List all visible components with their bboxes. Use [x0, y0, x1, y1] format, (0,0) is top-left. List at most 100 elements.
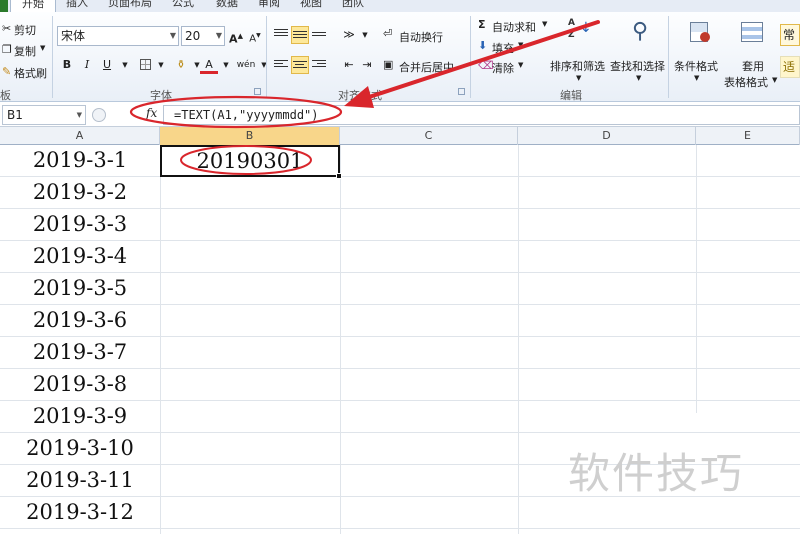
- font-group-label: 字体: [150, 89, 172, 102]
- chevron-down-icon: ▼: [636, 74, 642, 82]
- align-right-icon: [312, 60, 326, 70]
- formula-input[interactable]: =TEXT(A1,"yyyymmdd"): [163, 105, 800, 125]
- shrink-font-button[interactable]: A▼: [246, 27, 264, 45]
- conditional-format-button[interactable]: 条件格式 ▼: [672, 18, 726, 88]
- alignment-dialog-launcher[interactable]: [458, 88, 465, 95]
- sort-filter-label: 排序和筛选: [550, 60, 605, 73]
- grow-font-button[interactable]: A▲: [227, 27, 245, 46]
- table-row: 2019-3-12: [0, 497, 800, 529]
- sigma-icon: Σ: [478, 18, 486, 31]
- align-right-button[interactable]: [310, 56, 328, 74]
- align-center-button[interactable]: [291, 56, 309, 74]
- italic-button[interactable]: I: [78, 56, 96, 74]
- cell-a7[interactable]: 2019-3-7: [0, 337, 160, 368]
- cell-b1[interactable]: 20190301: [160, 145, 342, 179]
- underline-button[interactable]: U: [98, 56, 116, 74]
- phonetic-guide-button[interactable]: wén: [236, 56, 256, 74]
- text-orientation-icon: ≫: [343, 28, 355, 41]
- column-header-d[interactable]: D: [518, 127, 696, 145]
- cell-a6[interactable]: 2019-3-6: [0, 305, 160, 336]
- fill-down-icon: ⬇: [478, 39, 488, 52]
- cell-a11[interactable]: 2019-3-11: [0, 465, 160, 496]
- column-headers: A B C D E: [0, 127, 800, 145]
- font-name-select[interactable]: 宋体 ▼: [57, 26, 179, 46]
- table-format-label-2: 表格格式: [724, 76, 768, 89]
- style-normal-tile[interactable]: 常规: [780, 24, 800, 46]
- group-divider: [52, 16, 53, 98]
- cell-a1[interactable]: 2019-3-1: [0, 145, 160, 176]
- cell-a3[interactable]: 2019-3-3: [0, 209, 160, 240]
- cell-a8[interactable]: 2019-3-8: [0, 369, 160, 400]
- chevron-down-icon: ▼: [169, 31, 176, 40]
- cell-a10[interactable]: 2019-3-10: [0, 433, 160, 464]
- column-divider: [160, 145, 161, 534]
- wrap-text-label: 自动换行: [399, 31, 443, 44]
- decrease-indent-button[interactable]: ⇤: [340, 56, 358, 74]
- chevron-down-icon[interactable]: ▼: [116, 56, 134, 74]
- group-divider: [266, 16, 267, 98]
- font-size-select[interactable]: 20 ▼: [181, 26, 225, 46]
- chevron-down-icon[interactable]: ▼: [255, 56, 273, 74]
- conditional-format-label: 条件格式: [674, 60, 718, 73]
- tab-home[interactable]: 开始: [10, 0, 56, 12]
- align-top-button[interactable]: [272, 26, 290, 44]
- align-middle-button[interactable]: [291, 26, 309, 44]
- format-as-table-button[interactable]: 套用 表格格式 ▼: [724, 18, 778, 89]
- chevron-down-icon[interactable]: ▼: [217, 56, 235, 74]
- sort-filter-button[interactable]: A Z ↓ 排序和筛选 ▼: [550, 18, 608, 88]
- increase-indent-button[interactable]: ⇥: [358, 56, 376, 74]
- fill-handle[interactable]: [336, 173, 342, 179]
- cell-a9[interactable]: 2019-3-9: [0, 401, 160, 432]
- style-good-tile[interactable]: 适: [780, 56, 800, 78]
- chevron-down-icon: ▼: [772, 76, 778, 84]
- column-header-a[interactable]: A: [0, 127, 160, 145]
- table-row: 2019-3-9: [0, 401, 800, 433]
- tab-data[interactable]: 数据: [208, 0, 246, 12]
- table-row: 2019-3-8: [0, 369, 800, 401]
- table-row: 2019-3-6: [0, 305, 800, 337]
- fill-label: 填充: [492, 42, 514, 55]
- indent-decrease-icon: ⇤: [344, 58, 354, 71]
- chevron-down-icon[interactable]: ▼: [152, 56, 170, 74]
- formula-bar-toggle[interactable]: [92, 108, 106, 122]
- column-header-b[interactable]: B: [160, 127, 340, 145]
- table-row: 2019-3-7: [0, 337, 800, 369]
- chevron-down-icon[interactable]: ▼: [356, 26, 374, 44]
- tab-team[interactable]: 团队: [334, 0, 372, 12]
- cell-a5[interactable]: 2019-3-5: [0, 273, 160, 304]
- font-dialog-launcher[interactable]: [254, 88, 261, 95]
- cut-label: 剪切: [14, 24, 36, 37]
- tab-page-layout[interactable]: 页面布局: [100, 0, 160, 12]
- column-header-c[interactable]: C: [340, 127, 518, 145]
- name-box[interactable]: B1 ▼: [2, 105, 86, 125]
- cell-a4[interactable]: 2019-3-4: [0, 241, 160, 272]
- tab-file[interactable]: [0, 0, 8, 12]
- paint-bucket-icon: ⚱: [176, 58, 186, 71]
- conditional-format-icon: [686, 18, 714, 46]
- insert-function-button[interactable]: fx: [146, 106, 157, 120]
- tab-review[interactable]: 审阅: [250, 0, 288, 12]
- align-left-button[interactable]: [272, 56, 290, 74]
- align-left-icon: [274, 60, 288, 70]
- align-bottom-button[interactable]: [310, 26, 328, 44]
- table-row: 2019-3-5: [0, 273, 800, 305]
- bold-button[interactable]: B: [58, 56, 76, 74]
- tab-insert[interactable]: 插入: [58, 0, 96, 12]
- column-divider: [340, 145, 341, 534]
- find-select-button[interactable]: ⚲ 查找和选择 ▼: [610, 18, 668, 88]
- cell-a2[interactable]: 2019-3-2: [0, 177, 160, 208]
- align-center-icon: [293, 61, 307, 71]
- table-row: 2019-3-3: [0, 209, 800, 241]
- chevron-down-icon: ▼: [518, 41, 524, 49]
- font-color-button[interactable]: A: [200, 56, 218, 74]
- clear-label: 清除: [492, 62, 514, 75]
- editing-group-label: 编辑: [560, 89, 582, 102]
- cell-a12[interactable]: 2019-3-12: [0, 497, 160, 528]
- copy-icon: ❐: [2, 43, 12, 56]
- column-header-e[interactable]: E: [696, 127, 800, 145]
- tab-formulas[interactable]: 公式: [164, 0, 202, 12]
- tab-view[interactable]: 视图: [292, 0, 330, 12]
- watermark: 软件技巧: [568, 449, 745, 498]
- clipboard-group-label: 板: [0, 89, 11, 102]
- group-divider: [470, 16, 471, 98]
